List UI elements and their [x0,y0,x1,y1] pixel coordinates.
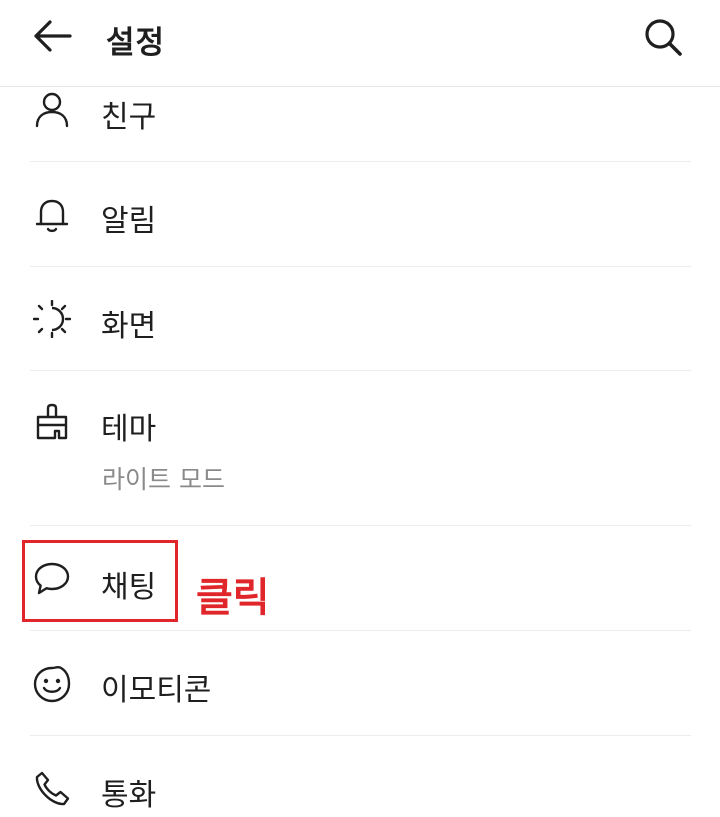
settings-item-label: 통화 [101,778,157,813]
arrow-left-icon [34,20,72,52]
settings-item-label: 테마 [101,412,157,447]
settings-item-display[interactable]: 화면 [0,267,720,370]
search-icon [645,19,682,56]
paint-brush-icon [36,403,68,440]
smiley-icon [33,665,71,703]
settings-item-notifications[interactable]: 알림 [0,162,720,266]
app-header: 설정 [0,0,720,87]
click-annotation: 클릭 [196,575,270,621]
brightness-icon [33,300,71,338]
settings-item-label: 친구 [101,100,157,135]
settings-item-label: 이모티콘 [101,673,212,708]
bell-icon [35,199,69,233]
back-button[interactable] [30,16,74,56]
phone-icon [35,771,70,806]
settings-item-sublabel: 라이트 모드 [102,465,225,494]
page-title: 설정 [106,25,166,61]
settings-item-friends[interactable]: 친구 [0,87,720,161]
settings-item-label: 화면 [101,309,157,344]
highlight-box [22,540,178,622]
settings-item-emoticons[interactable]: 이모티콘 [0,631,720,735]
search-button[interactable] [638,12,688,62]
settings-item-theme[interactable]: 테마 라이트 모드 [0,371,720,525]
settings-item-label: 알림 [101,204,157,239]
settings-item-calls[interactable]: 통화 [0,736,720,817]
person-icon [35,92,69,128]
